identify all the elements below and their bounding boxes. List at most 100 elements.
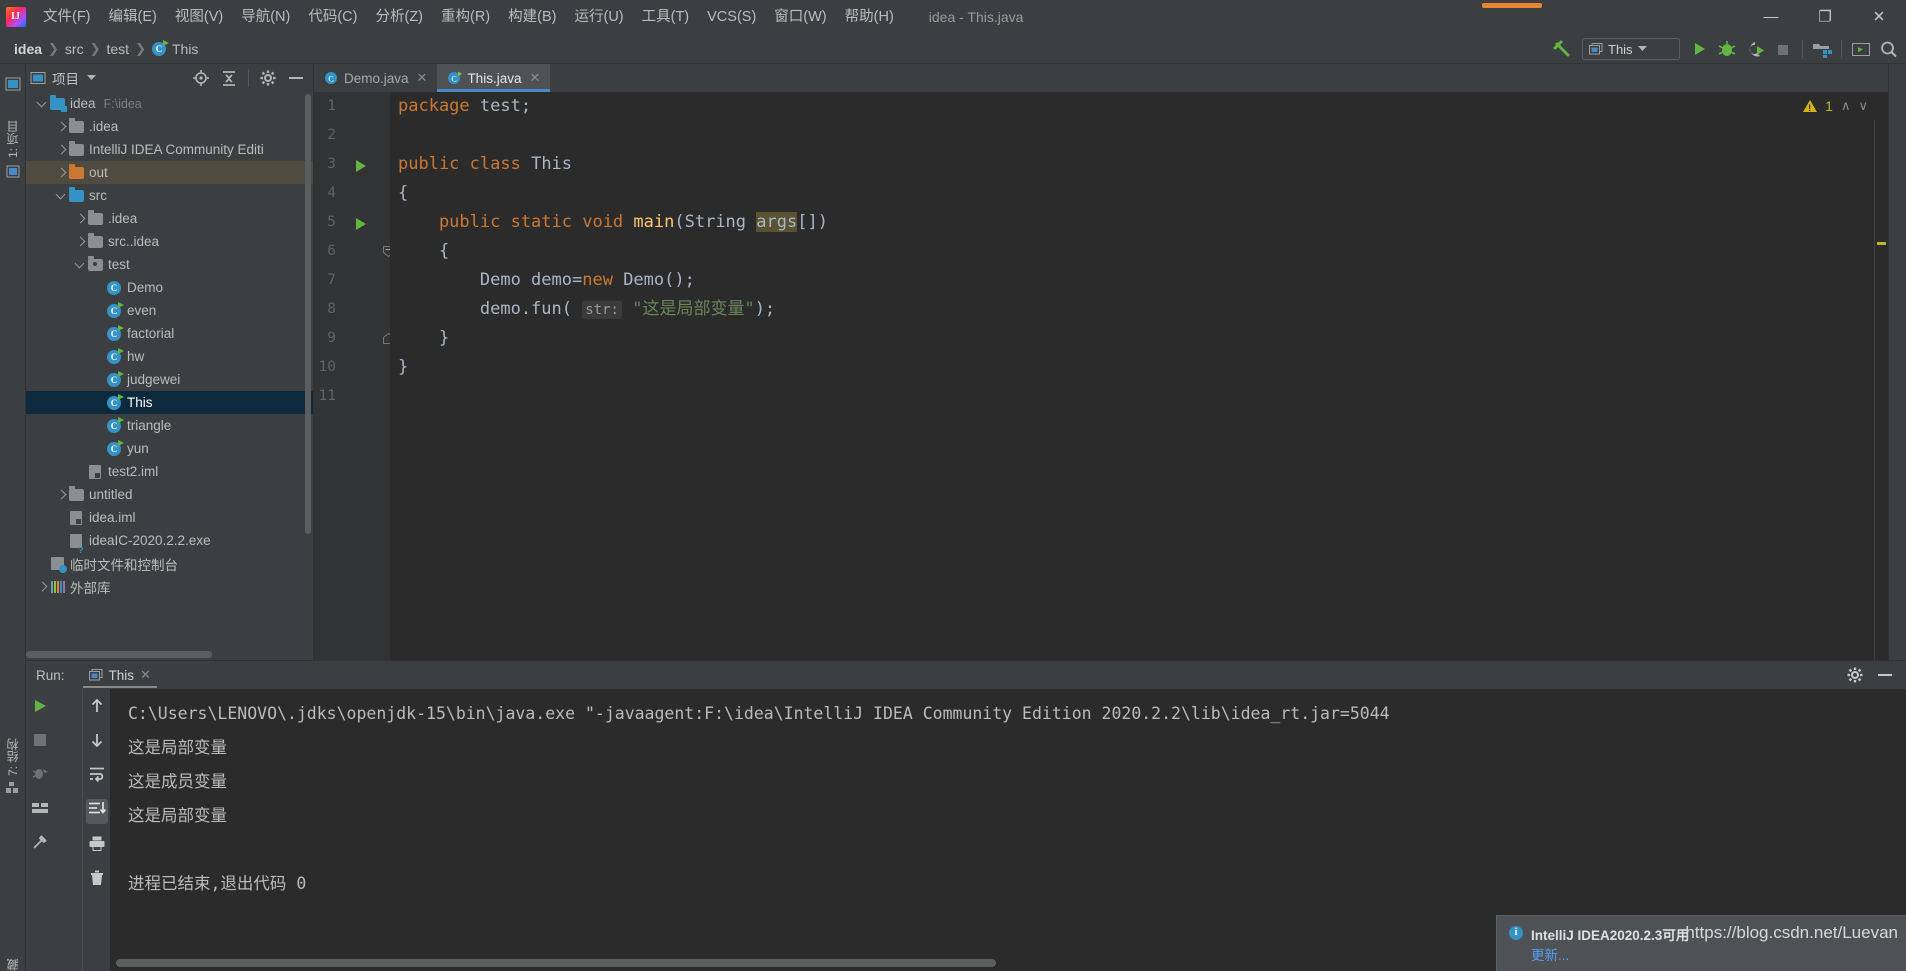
build-hammer-icon[interactable] [1550, 37, 1576, 61]
tree-node-factorial[interactable]: Cfactorial [26, 322, 313, 345]
menu-item-navigate[interactable]: 导航(N) [232, 5, 299, 29]
tree-node--[interactable]: 外部库 [26, 575, 313, 598]
close-tab-icon[interactable]: ✕ [529, 70, 540, 86]
code-line[interactable]: { [398, 183, 408, 203]
tree-expander-icon[interactable] [55, 143, 69, 157]
tree-node--[interactable]: 临时文件和控制台 [26, 552, 313, 575]
left-strip-tab-favorites[interactable]: 2: 收藏 [4, 904, 21, 971]
pin-icon[interactable] [31, 833, 49, 856]
tree-node-src[interactable]: src [26, 184, 313, 207]
tree-expander-icon[interactable] [74, 258, 88, 272]
breadcrumb-this[interactable]: This [168, 40, 202, 58]
menu-item-analyze[interactable]: 分析(Z) [366, 5, 432, 29]
menu-item-refactor[interactable]: 重构(R) [432, 5, 499, 29]
tree-node-yun[interactable]: Cyun [26, 437, 313, 460]
menu-item-file[interactable]: 文件(F) [34, 5, 100, 29]
gutter-run-icon[interactable] [356, 218, 366, 230]
menu-item-view[interactable]: 视图(V) [166, 5, 232, 29]
menu-item-vcs[interactable]: VCS(S) [698, 5, 765, 29]
editor-error-stripe[interactable] [1874, 120, 1888, 660]
scroll-down-icon[interactable] [88, 731, 106, 754]
code-line[interactable]: } [398, 328, 449, 348]
project-tree-scrollbar-horizontal[interactable] [26, 651, 212, 658]
tree-node-judgewei[interactable]: Cjudgewei [26, 368, 313, 391]
rerun-icon[interactable] [31, 697, 49, 720]
tree-expander-icon[interactable] [74, 235, 88, 249]
tree-expander-icon[interactable] [55, 120, 69, 134]
menu-item-tools[interactable]: 工具(T) [633, 5, 699, 29]
print-icon[interactable] [88, 835, 106, 858]
tree-expander-icon[interactable] [55, 166, 69, 180]
code-line[interactable]: public static void main(String args[]) [398, 212, 828, 232]
tree-node-intellij-idea-community-editi[interactable]: IntelliJ IDEA Community Editi [26, 138, 313, 161]
tree-node-src-idea[interactable]: src..idea [26, 230, 313, 253]
tree-expander-icon[interactable] [74, 212, 88, 226]
inspection-widget[interactable]: 1 ∧ ∨ [1803, 98, 1868, 114]
background-progress-indicator[interactable] [1482, 3, 1542, 8]
tree-node-ideaic-2020-2-2-exe[interactable]: ideaIC-2020.2.2.exe [26, 529, 313, 552]
tree-expander-icon[interactable] [55, 488, 69, 502]
tree-expander-icon[interactable] [36, 97, 50, 111]
warning-stripe-mark[interactable] [1877, 242, 1886, 245]
tree-node-untitled[interactable]: untitled [26, 483, 313, 506]
close-button[interactable]: ✕ [1852, 0, 1906, 34]
clear-all-icon[interactable] [88, 869, 106, 892]
soft-wrap-icon[interactable] [88, 765, 106, 788]
stop-icon[interactable] [31, 731, 49, 754]
tree-node-idea-iml[interactable]: idea.iml [26, 506, 313, 529]
code-line[interactable]: package test; [398, 96, 531, 116]
settings-gear-icon[interactable] [1842, 663, 1868, 687]
settings-gear-icon[interactable] [255, 66, 281, 90]
tree-expander-icon[interactable] [55, 189, 69, 203]
run-with-coverage-icon[interactable] [1742, 37, 1768, 61]
breadcrumb-idea[interactable]: idea [10, 40, 46, 58]
locate-icon[interactable] [188, 66, 214, 90]
code-line[interactable]: } [398, 357, 408, 377]
menu-item-code[interactable]: 代码(C) [299, 5, 366, 29]
breadcrumb-src[interactable]: src [61, 40, 88, 58]
tree-node-out[interactable]: out [26, 161, 313, 184]
code-line[interactable] [398, 386, 408, 406]
project-tool-icon[interactable] [5, 76, 21, 92]
tree-node-idea[interactable]: idea F:\idea [26, 92, 313, 115]
hide-panel-icon[interactable] [283, 66, 309, 90]
tree-node-triangle[interactable]: Ctriangle [26, 414, 313, 437]
structure-icon[interactable] [5, 780, 21, 796]
close-tab-icon[interactable]: ✕ [417, 70, 428, 86]
collapse-all-icon[interactable] [216, 66, 242, 90]
console-scrollbar-horizontal[interactable] [116, 959, 996, 967]
code-line[interactable]: demo.fun( str: "这是局部变量"); [398, 299, 775, 320]
gutter-run-icon[interactable] [356, 160, 366, 172]
breadcrumb-test[interactable]: test [103, 40, 134, 58]
tree-node-hw[interactable]: Chw [26, 345, 313, 368]
tree-expander-icon[interactable] [36, 580, 50, 594]
tree-node--idea[interactable]: .idea [26, 207, 313, 230]
minimize-button[interactable]: — [1744, 0, 1798, 34]
hide-panel-icon[interactable] [1872, 663, 1898, 687]
editor-tab-demo[interactable]: C Demo.java ✕ [314, 64, 437, 92]
code-line[interactable] [398, 125, 408, 145]
previous-problem-icon[interactable]: ∧ [1841, 98, 1851, 114]
search-icon[interactable] [1876, 37, 1902, 61]
tree-node-this[interactable]: C This [26, 391, 313, 414]
notification-update-link[interactable]: 更新... [1531, 944, 1894, 964]
layout-icon[interactable] [31, 799, 49, 822]
code-line[interactable]: public class This [398, 154, 572, 174]
chevron-down-icon[interactable] [87, 75, 96, 81]
terminal-icon[interactable] [1848, 37, 1874, 61]
stop-icon[interactable] [1770, 37, 1796, 61]
tree-node-test[interactable]: test [26, 253, 313, 276]
tree-node-test2-iml[interactable]: test2.iml [26, 460, 313, 483]
editor-tab-this[interactable]: C This.java ✕ [437, 64, 551, 92]
code-line[interactable]: { [398, 241, 449, 261]
code-line[interactable]: Demo demo=new Demo(); [398, 270, 695, 290]
editor-text[interactable]: package test; public class This { public … [390, 92, 1888, 660]
tree-node-demo[interactable]: C Demo [26, 276, 313, 299]
editor-gutter[interactable]: 1 2 3 4 5 6 7 8 9 10 11 [314, 92, 394, 660]
menu-item-build[interactable]: 构建(B) [499, 5, 565, 29]
tree-node--idea[interactable]: .idea [26, 115, 313, 138]
structure-tool-tab[interactable]: 1: 项目 [4, 98, 21, 158]
menu-item-window[interactable]: 窗口(W) [765, 5, 835, 29]
run-tab-this[interactable]: This ✕ [82, 665, 158, 688]
maximize-button[interactable]: ❐ [1798, 0, 1852, 34]
